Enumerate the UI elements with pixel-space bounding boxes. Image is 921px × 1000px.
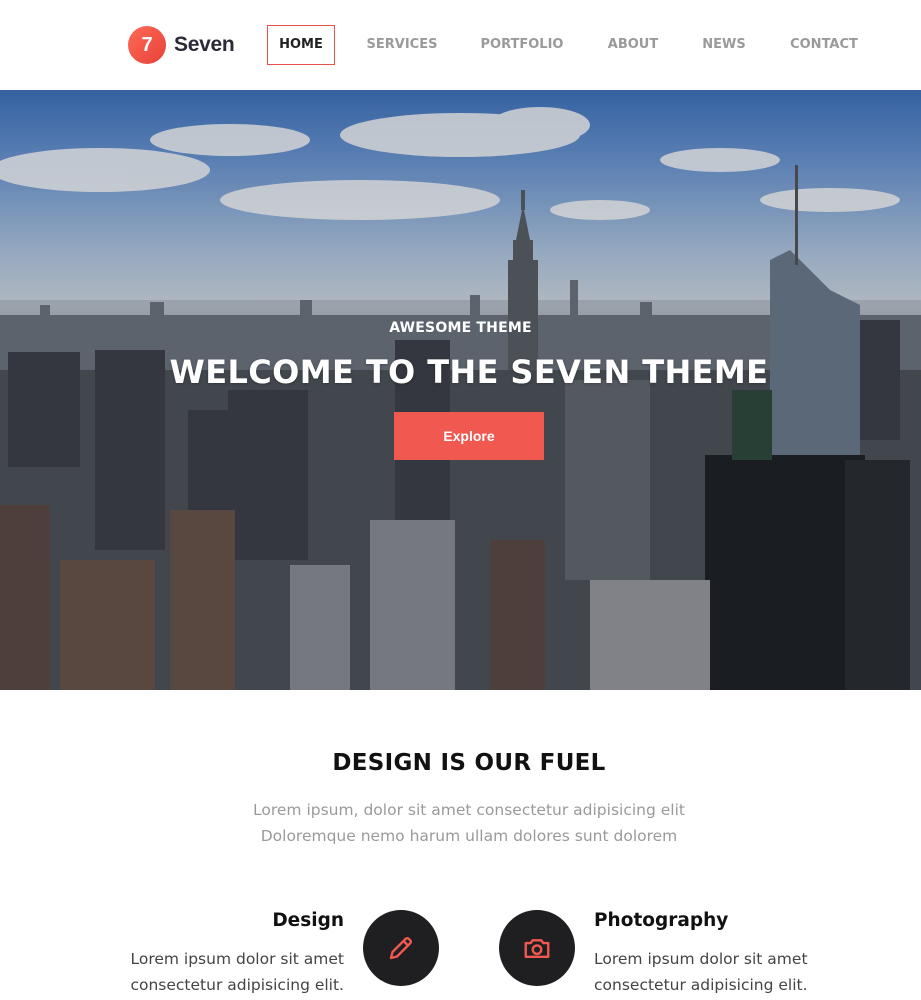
- feature-photography-icon-circle: [499, 910, 575, 986]
- logo-badge: 7: [128, 26, 166, 64]
- feature-photography-title: Photography: [594, 910, 729, 931]
- site-logo[interactable]: 7 Seven: [128, 24, 235, 66]
- hero-kicker: AWESOME THEME: [389, 320, 532, 336]
- site-header: 7 Seven HOME SERVICES PORTFOLIO ABOUT NE…: [0, 0, 921, 90]
- logo-text: Seven: [174, 33, 235, 56]
- nav-item-home[interactable]: HOME: [267, 25, 335, 65]
- feature-photography-text-line2: consectetur adipisicing elit.: [594, 976, 808, 994]
- camera-icon: [524, 939, 550, 958]
- feature-design-text-line1: Lorem ipsum dolor sit amet: [130, 950, 344, 968]
- nav-item-services[interactable]: SERVICES: [360, 25, 444, 65]
- hero-title: WELCOME TO THE SEVEN THEME: [169, 353, 769, 391]
- section-title: DESIGN IS OUR FUEL: [332, 750, 606, 776]
- nav-item-about[interactable]: ABOUT: [600, 25, 666, 65]
- pencil-icon: [389, 936, 413, 960]
- section-subtitle-line1: Lorem ipsum, dolor sit amet consectetur …: [253, 801, 685, 819]
- feature-design-title: Design: [272, 910, 344, 931]
- section-subtitle-line2: Doloremque nemo harum ullam dolores sunt…: [260, 827, 678, 845]
- feature-design-icon-circle: [363, 910, 439, 986]
- nav-item-news[interactable]: NEWS: [695, 25, 753, 65]
- nav-item-portfolio[interactable]: PORTFOLIO: [473, 25, 571, 65]
- feature-design-text-line2: consectetur adipisicing elit.: [130, 976, 344, 994]
- feature-photography-text-line1: Lorem ipsum dolor sit amet: [594, 950, 808, 968]
- nav-item-contact[interactable]: CONTACT: [783, 25, 865, 65]
- explore-button[interactable]: Explore: [394, 412, 544, 460]
- hero-banner: AWESOME THEME WELCOME TO THE SEVEN THEME…: [0, 90, 921, 690]
